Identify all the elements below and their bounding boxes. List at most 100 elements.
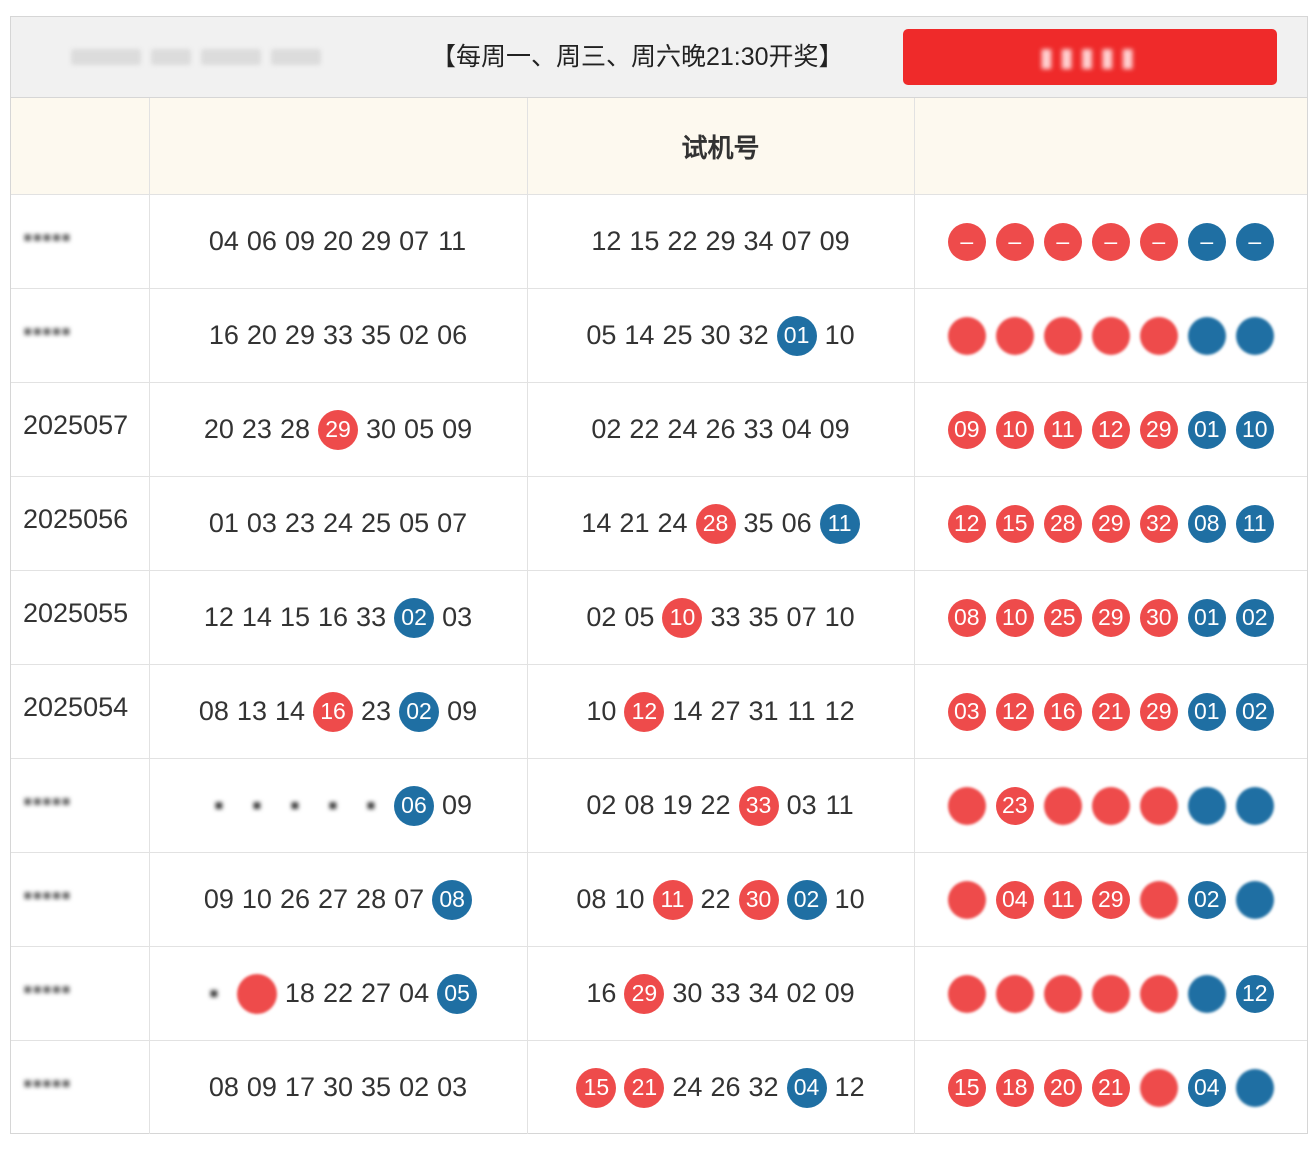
table-row: ▪▪▪▪▪ 09 10 26 27 28 07 08 08 10 11 22 30 02 10 04 11 29 0… [11, 852, 1307, 947]
number: 03 [437, 1072, 468, 1102]
draw-numbers-cell: 08 13 14 16 23 02 09 [149, 664, 528, 759]
red-ball [1091, 316, 1130, 355]
result-cell: 09 10 11 12 29 01 10 [914, 382, 1307, 477]
draw-schedule: 【每周一、周三、周六晚21:30开奖】 [431, 43, 844, 71]
number: 14 [581, 508, 612, 538]
number: 26 [705, 414, 736, 444]
result-cell: 15 18 20 21 04 [914, 1041, 1307, 1135]
issue-cell: 2025055 [11, 570, 150, 665]
red-ball [1091, 974, 1130, 1013]
issue-cell: 2025054 [11, 664, 150, 759]
result-cell [914, 288, 1307, 383]
red-ball [1043, 974, 1082, 1013]
red-ball: 15 [995, 504, 1034, 543]
number: 02 [399, 1072, 430, 1102]
number: 09 [203, 884, 234, 914]
red-ball: 21 [1091, 692, 1130, 731]
number-list: 10 12 14 27 31 11 12 [528, 691, 914, 732]
trial-numbers-cell: 02 22 24 26 33 04 09 [527, 382, 915, 477]
number: 19 [662, 790, 693, 820]
blue-ball [1235, 880, 1274, 919]
number: 01 [208, 508, 239, 538]
number: 23 [241, 414, 272, 444]
number: 07 [437, 508, 468, 538]
red-ball: 15 [947, 1068, 986, 1107]
blue-ball: 10 [1235, 410, 1274, 449]
number: 23 [284, 508, 315, 538]
draw-numbers-cell: 04 06 09 20 29 07 11 [149, 194, 528, 289]
number: 34 [748, 978, 779, 1008]
red-ball: 12 [1091, 410, 1130, 449]
trial-numbers-cell: 10 12 14 27 31 11 12 [527, 664, 915, 759]
result-balls: 12 15 28 29 32 08 11 [915, 504, 1308, 543]
number: 06 [781, 508, 812, 538]
number: 22 [667, 226, 698, 256]
number-list: 20 23 28 29 30 05 09 [150, 409, 527, 450]
number: 30 [672, 978, 703, 1008]
red-ball: 18 [995, 1068, 1034, 1107]
number-list: 16 20 29 33 35 02 06 [150, 320, 527, 351]
number: 20 [246, 320, 277, 350]
number: 35 [361, 1072, 392, 1102]
number-list: 01 03 23 24 25 05 07 [150, 508, 527, 539]
red-ball: 09 [947, 410, 986, 449]
number: 14 [274, 696, 306, 726]
draw-numbers-cell: 12 14 15 16 33 02 03 [149, 570, 528, 665]
blurred-action-button[interactable]: ▮▮▮▮▮ [903, 29, 1277, 85]
number: 08 [576, 884, 607, 914]
issue-number: ▪▪▪▪▪ [23, 316, 71, 346]
number: 35 [748, 602, 779, 632]
blue-ball: 01 [1187, 598, 1226, 637]
number: 16 [318, 602, 349, 632]
red-ball: 29 [1091, 504, 1130, 543]
red-ball [1139, 1068, 1178, 1107]
blurred-button-label: ▮▮▮▮▮ [1039, 41, 1141, 72]
draw-numbers-cell: 09 10 26 27 28 07 08 [149, 852, 528, 947]
red-ball [995, 316, 1034, 355]
red-ball: 29 [1091, 598, 1130, 637]
header-draw [149, 98, 528, 195]
blue-ball: 06 [393, 785, 434, 826]
number: 02 [586, 602, 617, 632]
red-ball: 12 [947, 504, 986, 543]
red-ball [1139, 786, 1178, 825]
number: 10 [586, 696, 617, 726]
issue-number: 2025054 [23, 692, 129, 722]
number: 11 [825, 790, 854, 820]
result-cell: 12 15 28 29 32 08 11 [914, 476, 1308, 571]
red-ball: 30 [1139, 598, 1178, 637]
red-ball: 29 [624, 973, 665, 1014]
number: ▪ [214, 790, 224, 820]
result-cell: 03 12 16 21 29 01 02 [914, 664, 1307, 759]
trial-numbers-cell: 12 15 22 29 34 07 09 [527, 194, 915, 289]
number: 23 [361, 696, 392, 726]
number: 28 [279, 414, 310, 444]
number: 04 [781, 414, 812, 444]
number: 27 [710, 696, 741, 726]
issue-cell: 2025057 [11, 382, 150, 477]
number: 12 [203, 602, 234, 632]
red-ball: 10 [995, 410, 1034, 449]
number: 02 [399, 320, 430, 350]
red-ball [236, 973, 277, 1014]
draw-numbers-cell: 08 09 17 30 35 02 03 [149, 1040, 528, 1134]
number: 32 [738, 320, 769, 350]
issue-number: ▪▪▪▪▪ [23, 786, 71, 816]
table-row: 2025057 20 23 28 29 30 05 09 02 22 24 26 33 04 09 09 10 1… [11, 382, 1307, 477]
red-ball: 03 [947, 692, 986, 731]
red-ball: 28 [695, 503, 736, 544]
header-issue [11, 98, 150, 195]
issue-number: 2025057 [23, 410, 129, 440]
result-balls: – – – – – – – [915, 222, 1308, 261]
number: 33 [356, 602, 387, 632]
red-ball: 29 [1091, 880, 1130, 919]
number: 05 [586, 320, 617, 350]
number: 08 [208, 1072, 239, 1102]
header-trial: 试机号 [527, 98, 915, 195]
red-ball: 16 [313, 691, 354, 732]
table-row: ▪▪▪▪▪ 16 20 29 33 35 02 06 05 14 25 30 32 01 10 [11, 288, 1307, 383]
number: 12 [834, 1072, 865, 1102]
number: 24 [667, 414, 698, 444]
number: 14 [672, 696, 703, 726]
red-ball [1043, 786, 1082, 825]
